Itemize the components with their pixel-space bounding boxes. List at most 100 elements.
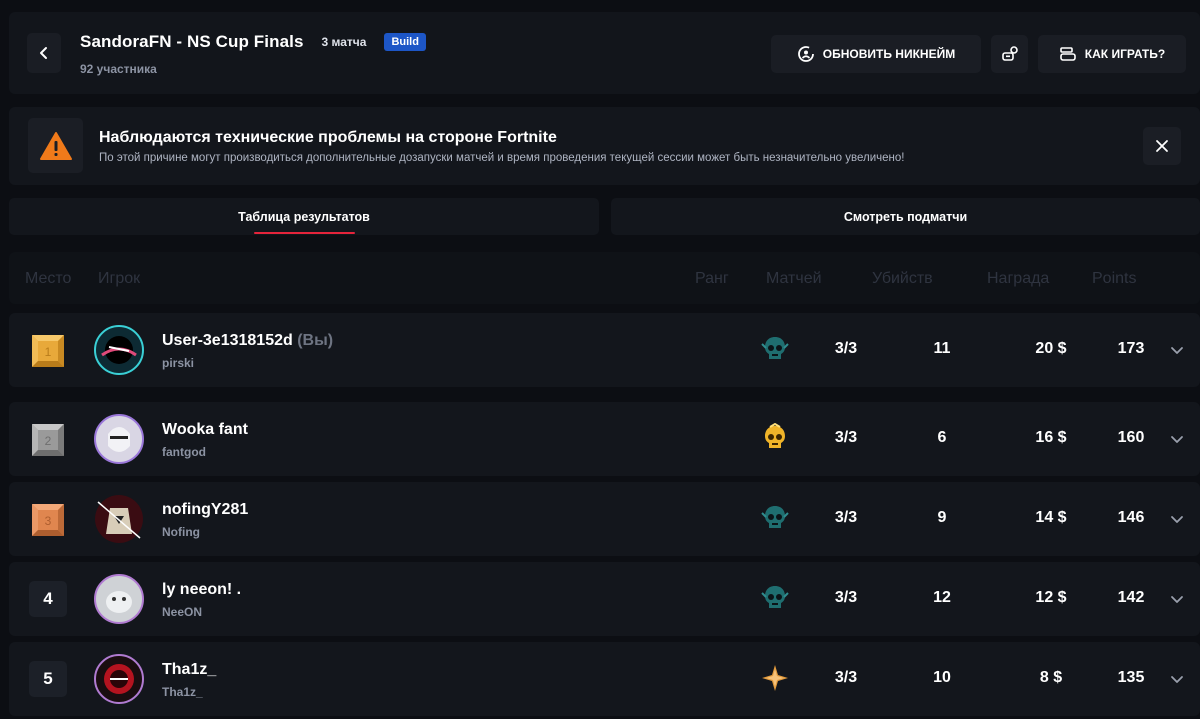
- points-value: 173: [1117, 340, 1145, 357]
- settings-button[interactable]: [991, 35, 1028, 73]
- player-sub: Nofing: [162, 525, 200, 539]
- chevron-down-icon[interactable]: [1169, 342, 1185, 358]
- active-tab-indicator: [254, 232, 355, 234]
- column-rank[interactable]: Ранг: [695, 270, 729, 288]
- avatar: [94, 325, 144, 375]
- matches-played: 3/3: [834, 669, 858, 686]
- notice-title: Наблюдаются технические проблемы на стор…: [99, 129, 557, 146]
- close-notice-button[interactable]: [1143, 127, 1181, 165]
- skull-icon: [761, 586, 789, 608]
- how-to-play-label: КАК ИГРАТЬ?: [1084, 47, 1166, 61]
- player-name[interactable]: nofingY281: [162, 501, 248, 519]
- tab-results-label: Таблица результатов: [238, 209, 370, 224]
- reward-amount: 8 $: [1039, 669, 1063, 686]
- svg-text:2: 2: [45, 434, 52, 448]
- reward-amount: 14 $: [1035, 509, 1067, 526]
- player-name-text: Tha1z_: [162, 661, 217, 678]
- update-nickname-label: ОБНОВИТЬ НИКНЕЙМ: [822, 47, 956, 61]
- player-sub: NeeON: [162, 605, 203, 619]
- tab-submatches-label: Смотреть подматчи: [843, 209, 968, 224]
- bronze-medal-icon: 3: [31, 503, 65, 537]
- page-title: SandoraFN - NS Cup Finals: [80, 32, 304, 51]
- gamepad-settings-icon: [1001, 46, 1018, 61]
- place-number: 5: [29, 661, 67, 697]
- svg-text:1: 1: [45, 345, 52, 359]
- notice-text: По этой причине могут производиться допо…: [99, 152, 905, 164]
- avatar: [94, 494, 144, 544]
- participant-count: 92 участника: [80, 62, 157, 76]
- silver-medal-icon: 2: [31, 423, 65, 457]
- gold-skull-icon: [765, 423, 785, 448]
- tab-results[interactable]: Таблица результатов: [9, 198, 599, 235]
- player-name[interactable]: ly neeon! .: [162, 581, 241, 599]
- star-icon: [762, 665, 788, 691]
- player-sub: Tha1z_: [162, 685, 203, 699]
- table-row[interactable]: 3 nofingY281 Nofing 3/3 9 14 $ 146: [9, 482, 1200, 556]
- table-row[interactable]: 2 Wooka fant fantgod 3/3 6 16 $ 160: [9, 402, 1200, 476]
- skull-icon: [761, 506, 789, 528]
- kills-count: 11: [933, 340, 951, 357]
- chevron-down-icon[interactable]: [1169, 431, 1185, 447]
- column-reward[interactable]: Награда: [987, 270, 1049, 288]
- refresh-user-icon: [797, 46, 814, 62]
- chevron-down-icon[interactable]: [1169, 671, 1185, 687]
- kills-count: 6: [937, 429, 947, 446]
- title-block: SandoraFN - NS Cup Finals 3 матча Build …: [80, 32, 426, 76]
- matches-played: 3/3: [834, 429, 858, 446]
- table-row[interactable]: 1 User-3e1318152d (Вы) pirski 3/3 11 20 …: [9, 313, 1200, 387]
- player-sub: fantgod: [162, 445, 206, 459]
- kills-count: 12: [933, 589, 951, 606]
- gold-medal-icon: 1: [31, 334, 65, 368]
- avatar: [94, 414, 144, 464]
- avatar: [94, 574, 144, 624]
- back-button[interactable]: [27, 33, 61, 73]
- build-badge: Build: [384, 33, 426, 51]
- points-value: 135: [1117, 669, 1145, 686]
- player-name-text: ly neeon! .: [162, 581, 242, 598]
- column-place[interactable]: Место: [25, 270, 71, 288]
- table-row[interactable]: 5 Tha1z_ Tha1z_ 3/3 10 8 $ 135: [9, 642, 1200, 716]
- gamepad-icon: [1059, 47, 1076, 61]
- page-header: SandoraFN - NS Cup Finals 3 матча Build …: [9, 12, 1200, 94]
- column-points[interactable]: Points: [1092, 270, 1136, 288]
- matches-played: 3/3: [834, 509, 858, 526]
- points-value: 160: [1117, 429, 1145, 446]
- svg-text:3: 3: [45, 514, 52, 528]
- chevron-left-icon: [40, 47, 47, 59]
- match-count: 3 матча: [321, 35, 367, 49]
- skull-icon: [761, 337, 789, 359]
- player-name-text: Wooka fant: [162, 421, 248, 438]
- avatar: [94, 654, 144, 704]
- column-matches[interactable]: Матчей: [766, 270, 822, 288]
- kills-count: 10: [933, 669, 951, 686]
- player-name-text: User-3e1318152d: [162, 332, 293, 349]
- reward-amount: 20 $: [1035, 340, 1067, 357]
- points-value: 142: [1117, 589, 1145, 606]
- kills-count: 9: [937, 509, 947, 526]
- update-nickname-button[interactable]: ОБНОВИТЬ НИКНЕЙМ: [771, 35, 981, 73]
- player-name-text: nofingY281: [162, 501, 249, 518]
- you-label: (Вы): [297, 332, 334, 349]
- matches-played: 3/3: [834, 589, 858, 606]
- reward-amount: 12 $: [1035, 589, 1067, 606]
- reward-amount: 16 $: [1035, 429, 1067, 446]
- points-value: 146: [1117, 509, 1145, 526]
- matches-played: 3/3: [834, 340, 858, 357]
- warning-box: [28, 118, 83, 173]
- how-to-play-button[interactable]: КАК ИГРАТЬ?: [1038, 35, 1186, 73]
- player-name[interactable]: User-3e1318152d (Вы): [162, 332, 333, 350]
- warning-icon: [39, 131, 72, 160]
- tab-submatches[interactable]: Смотреть подматчи: [611, 198, 1200, 235]
- column-player[interactable]: Игрок: [98, 270, 140, 288]
- column-kills[interactable]: Убийств: [872, 270, 933, 288]
- chevron-down-icon[interactable]: [1169, 591, 1185, 607]
- place-number: 4: [29, 581, 67, 617]
- table-row[interactable]: 4 ly neeon! . NeeON 3/3 12 12 $ 142: [9, 562, 1200, 636]
- player-sub: pirski: [162, 356, 195, 370]
- close-icon: [1156, 140, 1168, 152]
- warning-notice: Наблюдаются технические проблемы на стор…: [9, 107, 1200, 185]
- chevron-down-icon[interactable]: [1169, 511, 1185, 527]
- player-name[interactable]: Tha1z_: [162, 661, 216, 679]
- player-name[interactable]: Wooka fant: [162, 421, 248, 439]
- table-header: Место Игрок Ранг Матчей Убийств Награда …: [9, 252, 1200, 304]
